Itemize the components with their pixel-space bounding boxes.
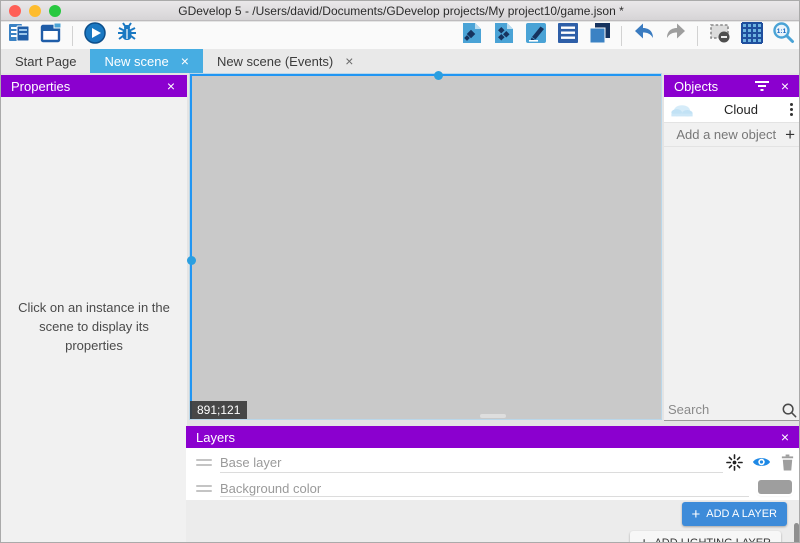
add-lighting-layer-button[interactable]: + ADD LIGHTING LAYER <box>630 531 781 543</box>
horizontal-scrollbar-thumb[interactable] <box>480 414 506 418</box>
objects-panel-title: Objects <box>674 79 718 94</box>
project-manager-button[interactable] <box>5 23 32 48</box>
gdevelop-window: GDevelop 5 - /Users/david/Documents/GDev… <box>0 0 800 543</box>
close-icon[interactable]: × <box>165 78 177 94</box>
scene-canvas[interactable]: 891;121 <box>189 73 662 420</box>
layers-panel-title: Layers <box>196 430 235 445</box>
properties-panel: Properties × Click on an instance in the… <box>1 75 187 543</box>
tab-label: New scene (Events) <box>217 54 333 69</box>
undo-icon <box>632 21 656 50</box>
grid-icon <box>740 21 764 50</box>
properties-panel-title: Properties <box>11 79 70 94</box>
properties-panel-header: Properties × <box>1 75 187 97</box>
tab-new-scene-events[interactable]: New scene (Events) × <box>203 49 368 73</box>
layer-row-background-color[interactable]: Background color <box>186 476 800 500</box>
layer-name[interactable]: Background color <box>220 481 321 496</box>
filter-icon[interactable] <box>755 80 769 92</box>
search-icon <box>781 402 797 418</box>
objects-editor-icon <box>460 21 484 50</box>
add-new-object-button[interactable]: Add a new object + <box>664 123 800 147</box>
layer-name-underline <box>220 472 723 473</box>
start-page-icon <box>39 21 63 50</box>
plus-icon: + <box>692 506 701 523</box>
objects-search-input[interactable] <box>668 402 781 417</box>
window-mask-icon <box>708 21 732 50</box>
layer-row-base[interactable]: Base layer <box>186 448 800 476</box>
object-menu-icon[interactable] <box>787 101 796 118</box>
layers-panel: Layers × Base layer Background color <box>186 426 800 543</box>
layer-name[interactable]: Base layer <box>220 455 281 470</box>
open-object-groups-button[interactable] <box>490 23 517 48</box>
plus-icon: + <box>640 535 649 543</box>
open-instances-list-button[interactable] <box>554 23 581 48</box>
open-objects-editor-button[interactable] <box>458 23 485 48</box>
add-layer-label: ADD A LAYER <box>706 508 777 520</box>
layer-name-underline <box>220 496 749 497</box>
add-layer-button[interactable]: + ADD A LAYER <box>682 502 787 526</box>
add-object-label: Add a new object <box>676 127 776 142</box>
object-name: Cloud <box>695 102 787 117</box>
drag-handle-icon[interactable] <box>196 485 212 492</box>
tab-label: Start Page <box>15 54 76 69</box>
toolbar-separator <box>72 26 73 46</box>
debug-icon <box>115 21 139 50</box>
zoom-original-button[interactable]: 1:1 <box>770 23 797 48</box>
close-tab-icon[interactable]: × <box>345 54 353 68</box>
tab-start-page[interactable]: Start Page <box>1 49 90 73</box>
toolbar-separator <box>621 26 622 46</box>
svg-text:1:1: 1:1 <box>776 28 786 35</box>
launch-preview-button[interactable] <box>81 23 108 48</box>
start-page-button[interactable] <box>37 23 64 48</box>
toolbar-left-group <box>5 22 140 49</box>
layer-effects-icon[interactable] <box>726 454 743 471</box>
add-lighting-layer-label: ADD LIGHTING LAYER <box>654 537 771 543</box>
title-bar: GDevelop 5 - /Users/david/Documents/GDev… <box>1 1 800 21</box>
selection-edge-left <box>190 74 192 419</box>
background-color-swatch[interactable] <box>758 480 792 494</box>
tab-label: New scene <box>104 54 168 69</box>
redo-icon <box>664 21 688 50</box>
toggle-window-mask-button[interactable] <box>706 23 733 48</box>
layers-panel-header: Layers × <box>186 426 800 448</box>
objects-panel: Objects × Cloud Add a new object + <box>664 75 800 421</box>
editor-tab-bar: Start Page New scene × New scene (Events… <box>1 49 800 73</box>
properties-empty-message: Click on an instance in the scene to dis… <box>9 299 179 356</box>
object-list-item-cloud[interactable]: Cloud <box>664 97 800 123</box>
toolbar-separator <box>697 26 698 46</box>
open-scene-properties-button[interactable] <box>522 23 549 48</box>
plus-icon: + <box>785 125 795 145</box>
objects-search-bar <box>664 399 800 421</box>
selection-edge-top <box>190 74 661 76</box>
instances-list-icon <box>556 21 580 50</box>
selection-handle-top[interactable] <box>434 71 443 80</box>
object-groups-icon <box>492 21 516 50</box>
close-icon[interactable]: × <box>779 429 791 445</box>
drag-handle-icon[interactable] <box>196 459 212 466</box>
undo-button[interactable] <box>630 23 657 48</box>
layers-editor-icon <box>588 21 612 50</box>
close-icon[interactable]: × <box>779 78 791 94</box>
layer-delete-icon[interactable] <box>780 454 795 471</box>
project-manager-icon <box>7 21 31 50</box>
layer-visibility-icon[interactable] <box>752 455 771 469</box>
toolbar-right-group: 1:1 <box>458 22 797 49</box>
cursor-coordinates-label: 891;121 <box>190 401 247 419</box>
toggle-grid-button[interactable] <box>738 23 765 48</box>
tab-new-scene[interactable]: New scene × <box>90 49 203 73</box>
window-title: GDevelop 5 - /Users/david/Documents/GDev… <box>1 4 800 18</box>
debug-button[interactable] <box>113 23 140 48</box>
cloud-thumbnail-icon <box>669 101 695 118</box>
redo-button[interactable] <box>662 23 689 48</box>
vertical-scrollbar-thumb[interactable] <box>794 523 799 543</box>
main-toolbar: 1:1 <box>1 22 800 49</box>
selection-handle-left[interactable] <box>187 256 196 265</box>
zoom-1-1-icon: 1:1 <box>772 21 796 50</box>
scene-properties-icon <box>524 21 548 50</box>
objects-panel-header: Objects × <box>664 75 800 97</box>
main-area: Properties × Click on an instance in the… <box>1 73 800 543</box>
open-layers-editor-button[interactable] <box>586 23 613 48</box>
close-tab-icon[interactable]: × <box>181 54 189 68</box>
play-icon <box>83 21 107 50</box>
